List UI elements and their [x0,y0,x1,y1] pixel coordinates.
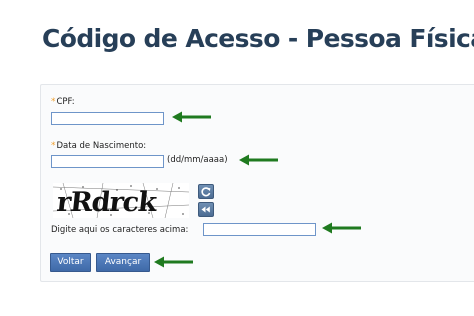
captcha-audio-button[interactable] [198,202,214,217]
arrow-icon [154,256,193,268]
required-mark: * [51,97,56,107]
arrow-icon [172,111,211,123]
birth-date-label: *Data de Nascimento: [51,141,146,151]
captcha-refresh-button[interactable] [198,184,214,199]
refresh-icon [201,187,211,197]
access-form-panel: *CPF: *Data de Nascimento: (dd/mm/aaaa) [40,84,474,282]
page-title: Código de Acesso - Pessoa Física [42,24,474,53]
next-button[interactable]: Avançar [96,253,150,272]
captcha-label: Digite aqui os caracteres acima: [51,225,189,235]
audio-icon [201,206,210,213]
cpf-label: *CPF: [51,97,75,107]
required-mark: * [51,141,56,151]
cpf-label-text: CPF: [56,97,75,107]
cpf-input[interactable] [51,112,164,125]
arrow-icon [322,222,361,234]
arrow-icon [239,154,278,166]
date-format-hint: (dd/mm/aaaa) [167,155,228,165]
birth-date-label-text: Data de Nascimento: [56,141,147,151]
svg-text:rRdrck: rRdrck [55,187,159,218]
birth-date-input[interactable] [51,155,164,168]
captcha-input[interactable] [203,223,316,236]
page: Código de Acesso - Pessoa Física *CPF: *… [0,0,474,316]
back-button[interactable]: Voltar [50,253,91,272]
captcha-image: rRdrck [53,183,189,218]
